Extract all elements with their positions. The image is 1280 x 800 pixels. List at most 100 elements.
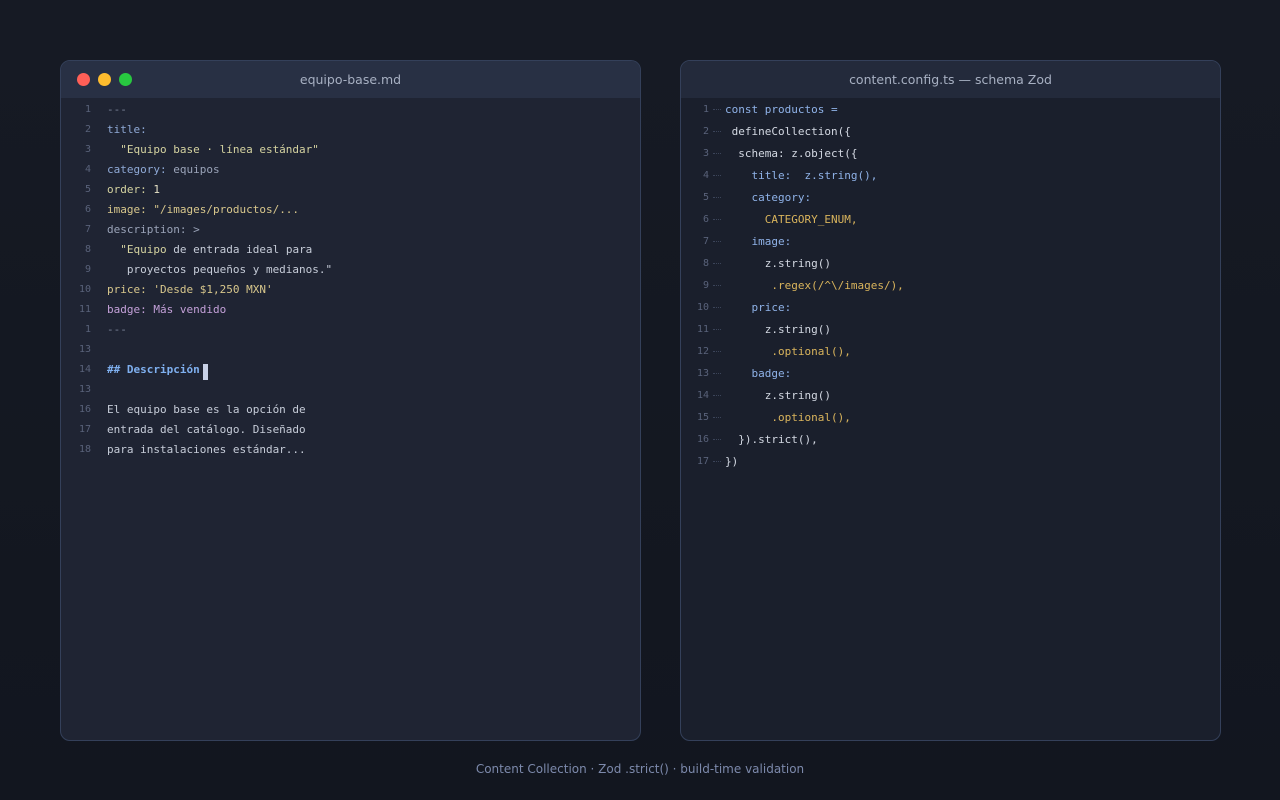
code-line[interactable]: 10 price: 'Desde $1,250 MXN' — [61, 279, 640, 299]
line-number: 8 — [702, 257, 709, 269]
line-number: 11 — [78, 303, 91, 315]
code-line[interactable]: 3 "Equipo base · línea estándar" — [61, 139, 640, 159]
code-line[interactable]: 1 --- — [61, 99, 640, 119]
code-line[interactable]: 14 ## Descripción — [61, 359, 640, 380]
line-number: 3 — [84, 143, 91, 155]
code-line[interactable]: 8 z.string() — [681, 252, 1220, 274]
code-line[interactable]: 15 .optional(), — [681, 406, 1220, 428]
indent-guide — [711, 438, 725, 440]
code-line[interactable]: 17 entrada del catálogo. Diseñado — [61, 419, 640, 439]
code-token: "Equipo — [107, 242, 174, 256]
code-line[interactable]: 11 badge: Más vendido — [61, 299, 640, 319]
line-number: 7 — [84, 223, 91, 235]
code-token: 'Desde $1,250 MXN' — [153, 282, 273, 296]
markdown-code-area[interactable]: 1 --- 2 title: 3 "Equipo base · línea estánd… — [61, 98, 640, 459]
code-token: price: — [107, 282, 154, 296]
code-line[interactable]: 11 z.string() — [681, 318, 1220, 340]
code-line[interactable]: 18 para instalaciones estándar... — [61, 439, 640, 459]
code-token: title: — [107, 122, 147, 136]
code-token: price: — [725, 300, 792, 314]
schema-editor-titlebar: content.config.ts — schema Zod — [681, 61, 1220, 98]
code-token: CATEGORY_ENUM, — [725, 212, 858, 226]
line-number: 4 — [84, 163, 91, 175]
maximize-window-button[interactable] — [119, 73, 132, 86]
code-line[interactable]: 1 --- — [61, 319, 640, 339]
schema-code-area[interactable]: 1 const productos = 2 defineCollection({3 … — [681, 98, 1220, 472]
code-token: }) — [725, 454, 739, 468]
code-line[interactable]: 9 .regex(/^\/images/), — [681, 274, 1220, 296]
code-line[interactable]: 13 badge: — [681, 362, 1220, 384]
code-line[interactable]: 6 CATEGORY_ENUM, — [681, 208, 1220, 230]
code-token: 1 — [153, 182, 160, 196]
code-token: defineCollection({ — [725, 124, 851, 138]
code-token: entrada del catálogo. Diseñado — [107, 422, 306, 436]
indent-guide — [711, 306, 725, 308]
indent-guide — [711, 350, 725, 352]
indent-guide — [711, 460, 725, 462]
code-token: category: — [107, 162, 174, 176]
line-number: 14 — [696, 389, 709, 401]
code-line[interactable]: 9 proyectos pequeños y medianos." — [61, 259, 640, 279]
code-line[interactable]: 8 "Equipo de entrada ideal para — [61, 239, 640, 259]
minimize-window-button[interactable] — [98, 73, 111, 86]
code-token: Descripción — [126, 362, 200, 376]
code-line[interactable]: 12 .optional(), — [681, 340, 1220, 362]
code-line[interactable]: 13 — [61, 339, 640, 359]
text-cursor — [202, 364, 208, 380]
code-line[interactable]: 7 image: — [681, 230, 1220, 252]
code-token: order: — [107, 182, 154, 196]
code-token: equipos — [173, 162, 220, 176]
line-number: 5 — [84, 183, 91, 195]
code-line[interactable]: 5 order: 1 — [61, 179, 640, 199]
code-line[interactable]: 13 — [61, 379, 640, 399]
line-number: 4 — [702, 169, 709, 181]
line-number: 17 — [696, 455, 709, 467]
line-number: 7 — [702, 235, 709, 247]
line-number: 16 — [78, 403, 91, 415]
indent-guide — [711, 394, 725, 396]
line-number: 6 — [84, 203, 91, 215]
code-token: Más vendido — [153, 302, 227, 316]
code-line[interactable]: 2 title: — [61, 119, 640, 139]
code-token: .optional(), — [725, 344, 851, 358]
line-number: 16 — [696, 433, 709, 445]
close-window-button[interactable] — [77, 73, 90, 86]
line-number: 5 — [702, 191, 709, 203]
code-token: "Equipo base · línea estándar" — [107, 142, 319, 156]
code-line[interactable]: 4 category: equipos — [61, 159, 640, 179]
code-token: El equipo base es la opción de — [107, 402, 306, 416]
code-token: "/images/productos/... — [153, 202, 300, 216]
code-line[interactable]: 4 title: z.string(), — [681, 164, 1220, 186]
code-token: badge: — [725, 366, 792, 380]
code-line[interactable]: 3 schema: z.object({ — [681, 142, 1220, 164]
code-line[interactable]: 2 defineCollection({ — [681, 120, 1220, 142]
line-number: 3 — [702, 147, 709, 159]
code-line[interactable]: 17}) — [681, 450, 1220, 472]
line-number: 13 — [696, 367, 709, 379]
code-line[interactable]: 16 El equipo base es la opción de — [61, 399, 640, 419]
code-token: z.string() — [725, 322, 831, 336]
code-token: para instalaciones estándar... — [107, 442, 306, 456]
line-number: 15 — [696, 411, 709, 423]
markdown-file-title: equipo-base.md — [299, 72, 402, 87]
markdown-editor-window: equipo-base.md 1 --- 2 title: 3 "Equipo base… — [60, 60, 641, 741]
indent-guide — [711, 372, 725, 374]
markdown-editor-titlebar: equipo-base.md — [61, 61, 640, 98]
line-number: 11 — [696, 323, 709, 335]
code-token: de entrada ideal para — [173, 242, 313, 256]
code-token: proyectos pequeños y medianos." — [107, 262, 333, 276]
indent-guide — [711, 240, 725, 242]
code-line[interactable]: 1 const productos = — [681, 98, 1220, 120]
line-number: 17 — [78, 423, 91, 435]
code-line[interactable]: 14 z.string() — [681, 384, 1220, 406]
code-token: --- — [107, 102, 127, 116]
code-line[interactable]: 7 description: > — [61, 219, 640, 239]
code-line[interactable]: 16 }).strict(), — [681, 428, 1220, 450]
line-number: 1 — [84, 103, 91, 115]
indent-guide — [711, 108, 725, 110]
code-line[interactable]: 5 category: — [681, 186, 1220, 208]
code-line[interactable]: 6 image: "/images/productos/... — [61, 199, 640, 219]
line-number: 13 — [78, 343, 91, 355]
code-line[interactable]: 10 price: — [681, 296, 1220, 318]
line-number: 2 — [84, 123, 91, 135]
